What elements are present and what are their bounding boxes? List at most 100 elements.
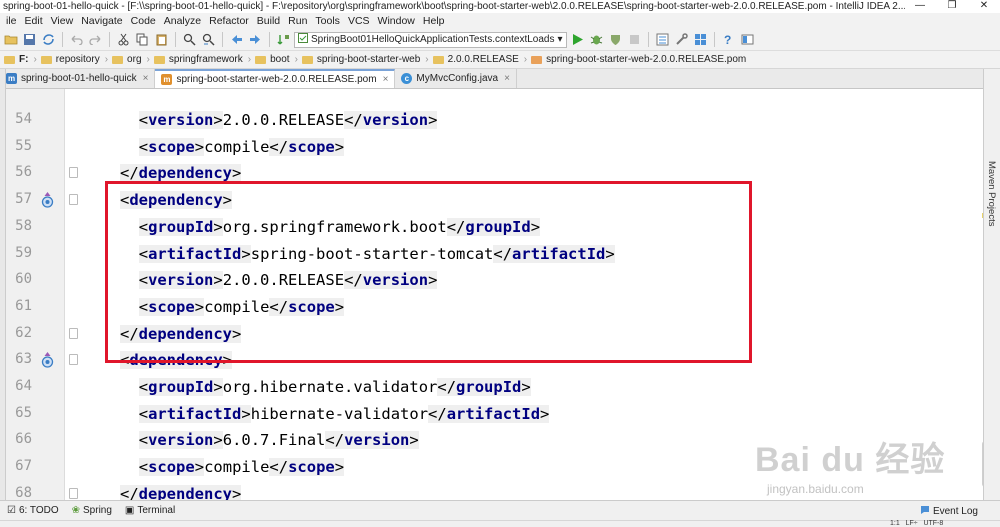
xml-bracket: >: [334, 137, 345, 156]
breadcrumb-repository[interactable]: repository ›: [39, 54, 110, 65]
toolbar-separator: [269, 32, 270, 47]
menu-file[interactable]: ile: [2, 15, 21, 27]
breadcrumb-release[interactable]: 2.0.0.RELEASE ›: [431, 54, 530, 65]
project-structure-icon[interactable]: [654, 31, 671, 48]
paste-icon[interactable]: [153, 31, 170, 48]
main-toolbar: SpringBoot01HelloQuickApplicationTests.c…: [0, 29, 1000, 51]
open-folder-icon[interactable]: [2, 31, 19, 48]
code-line[interactable]: <scope>compile</scope>: [138, 456, 345, 478]
menu-navigate[interactable]: Navigate: [77, 15, 126, 27]
editor-gutter[interactable]: 54 55 56 57 58 59 60 61 62 63 64 65 66 67 68: [6, 89, 78, 500]
menu-vcs[interactable]: VCS: [344, 15, 374, 27]
line-number[interactable]: 61: [6, 298, 32, 314]
help-icon[interactable]: ?: [720, 31, 737, 48]
breadcrumb-pom-file[interactable]: spring-boot-starter-web-2.0.0.RELEASE.po…: [529, 54, 748, 65]
breadcrumb-boot[interactable]: boot ›: [253, 54, 300, 65]
minimize-button[interactable]: —: [904, 0, 936, 13]
line-number[interactable]: 67: [6, 458, 32, 474]
menu-tools[interactable]: Tools: [311, 15, 344, 27]
line-separator[interactable]: LF÷: [906, 520, 918, 527]
file-encoding[interactable]: UTF-8: [923, 520, 943, 527]
back-icon[interactable]: [228, 31, 245, 48]
line-number[interactable]: 63: [6, 351, 32, 367]
sync-icon[interactable]: [40, 31, 57, 48]
breadcrumb-starter-web[interactable]: spring-boot-starter-web ›: [300, 54, 431, 65]
find-icon[interactable]: [181, 31, 198, 48]
close-tab-icon[interactable]: ×: [143, 73, 149, 84]
close-tab-icon[interactable]: ×: [504, 73, 510, 84]
code-line[interactable]: <artifactId>hibernate-validator</artifac…: [138, 403, 550, 425]
forward-icon[interactable]: [247, 31, 264, 48]
menu-run[interactable]: Run: [284, 15, 311, 27]
breadcrumb-drive[interactable]: F: ›: [2, 54, 39, 65]
maximize-button[interactable]: ❐: [936, 0, 968, 13]
menu-code[interactable]: Code: [127, 15, 160, 27]
sdk-icon[interactable]: [692, 31, 709, 48]
event-log-button[interactable]: Event Log: [920, 505, 978, 518]
menu-analyze[interactable]: Analyze: [160, 15, 205, 27]
override-marker-icon[interactable]: [40, 192, 55, 208]
structure-icon[interactable]: [739, 31, 756, 48]
line-number[interactable]: 64: [6, 378, 32, 394]
line-number[interactable]: 62: [6, 325, 32, 341]
tab-hello-quick[interactable]: m spring-boot-01-hello-quick ×: [0, 69, 156, 88]
code-line[interactable]: </dependency>: [120, 483, 242, 500]
run-icon[interactable]: [569, 31, 586, 48]
terminal-tool-button[interactable]: ▣ Terminal: [121, 505, 184, 516]
save-icon[interactable]: [21, 31, 38, 48]
coverage-icon[interactable]: [607, 31, 624, 48]
undo-icon[interactable]: [68, 31, 85, 48]
menu-window[interactable]: Window: [374, 15, 419, 27]
build-icon[interactable]: [275, 31, 292, 48]
run-configuration-select[interactable]: SpringBoot01HelloQuickApplicationTests.c…: [294, 31, 567, 48]
code-line[interactable]: <version>6.0.7.Final</version>: [138, 429, 419, 451]
line-number[interactable]: 65: [6, 405, 32, 421]
line-number[interactable]: 59: [6, 245, 32, 261]
vertical-scrollbar[interactable]: [982, 441, 983, 487]
xml-bracket: >: [241, 404, 251, 423]
line-number[interactable]: 57: [6, 191, 32, 207]
code-line[interactable]: <version>2.0.0.RELEASE</version>: [138, 109, 438, 131]
spring-tool-button[interactable]: ❀ Spring: [68, 505, 121, 516]
replace-icon[interactable]: [200, 31, 217, 48]
copy-icon[interactable]: [134, 31, 151, 48]
fold-marker-icon[interactable]: [69, 327, 78, 339]
menu-view[interactable]: View: [47, 15, 78, 27]
xml-text-value: org.hibernate.validator: [222, 378, 438, 396]
maven-projects-tab[interactable]: Maven Projects: [986, 161, 997, 226]
code-line[interactable]: <scope>compile</scope>: [138, 136, 345, 158]
debug-icon[interactable]: [588, 31, 605, 48]
override-marker-icon[interactable]: [40, 352, 55, 368]
stop-icon[interactable]: [626, 31, 643, 48]
tab-starter-web-pom[interactable]: m spring-boot-starter-web-2.0.0.RELEASE.…: [155, 69, 396, 88]
fold-marker-icon[interactable]: [69, 167, 78, 179]
line-number[interactable]: 68: [6, 485, 32, 500]
settings-icon[interactable]: [673, 31, 690, 48]
java-class-icon: c: [401, 73, 413, 84]
todo-tool-button[interactable]: ☑ 6: TODO: [3, 505, 68, 516]
line-number[interactable]: 54: [6, 111, 32, 127]
close-tab-icon[interactable]: ×: [383, 74, 389, 85]
line-number[interactable]: 66: [6, 431, 32, 447]
tab-mymvcconfig[interactable]: c MyMvcConfig.java ×: [395, 69, 517, 88]
close-button[interactable]: ✕: [968, 0, 1000, 13]
redo-icon[interactable]: [87, 31, 104, 48]
line-number[interactable]: 55: [6, 138, 32, 154]
menu-build[interactable]: Build: [253, 15, 284, 27]
breadcrumb-springframework[interactable]: springframework ›: [152, 54, 253, 65]
fold-marker-icon[interactable]: [69, 487, 78, 499]
menu-refactor[interactable]: Refactor: [205, 15, 253, 27]
fold-marker-icon[interactable]: [69, 354, 78, 366]
breadcrumb-org[interactable]: org ›: [110, 54, 152, 65]
line-number[interactable]: 58: [6, 218, 32, 234]
xml-bracket: >: [409, 431, 419, 450]
menu-help[interactable]: Help: [419, 15, 449, 27]
cut-icon[interactable]: [115, 31, 132, 48]
line-number[interactable]: 56: [6, 164, 32, 180]
folder-icon: [301, 55, 313, 64]
line-number[interactable]: 60: [6, 271, 32, 287]
fold-marker-icon[interactable]: [69, 194, 78, 206]
menu-edit[interactable]: Edit: [21, 15, 47, 27]
caret-position[interactable]: 1:1: [890, 520, 900, 527]
code-line[interactable]: <groupId>org.hibernate.validator</groupI…: [138, 376, 531, 398]
